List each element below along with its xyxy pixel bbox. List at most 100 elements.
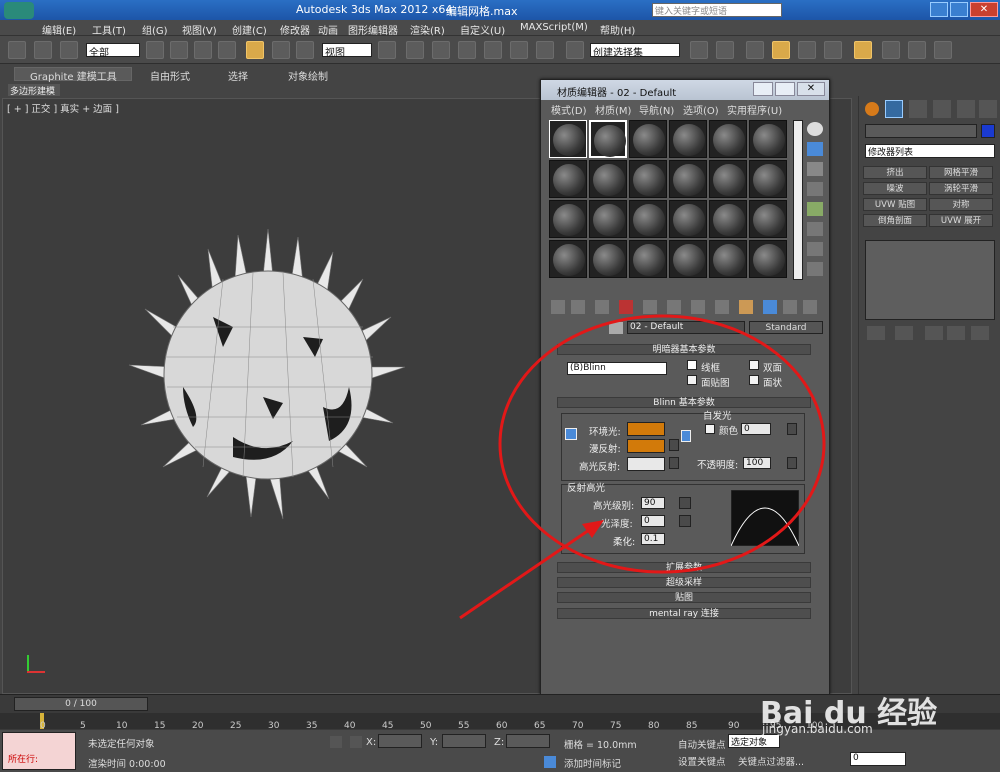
select-object-icon[interactable] <box>146 41 164 59</box>
sample-slot[interactable] <box>549 200 587 238</box>
material-editor-titlebar[interactable]: 材质编辑器 - 02 - Default ✕ <box>541 80 829 100</box>
menu-modifiers[interactable]: 修改器 <box>280 22 310 37</box>
menu-maxscript[interactable]: MAXScript(M) <box>520 22 588 33</box>
z-coord-field[interactable] <box>506 734 550 748</box>
opacity-spinner[interactable]: 100 <box>743 457 771 469</box>
utilities-tab-icon[interactable] <box>979 100 997 118</box>
sample-slot[interactable] <box>629 200 667 238</box>
opacity-map-button[interactable] <box>787 457 797 469</box>
me-menu-navigation[interactable]: 导航(N) <box>639 102 674 117</box>
sample-slot[interactable] <box>749 120 787 158</box>
diffuse-color-swatch[interactable] <box>627 439 665 453</box>
mirror-icon[interactable] <box>690 41 708 59</box>
menu-animation[interactable]: 动画 <box>318 22 338 37</box>
background-icon[interactable] <box>807 162 823 176</box>
show-end-result-mat-icon[interactable] <box>763 300 777 314</box>
supersampling-rollout[interactable]: 超级采样 <box>557 577 811 588</box>
modifier-uvwmap-button[interactable]: UVW 贴图 <box>863 198 927 211</box>
me-menu-options[interactable]: 选项(O) <box>683 102 719 117</box>
lock-ambient-diffuse-icon[interactable] <box>565 428 577 440</box>
close-button[interactable]: ✕ <box>970 2 998 17</box>
material-id-icon[interactable] <box>715 300 729 314</box>
menu-customize[interactable]: 自定义(U) <box>460 22 505 37</box>
angle-snap-icon[interactable] <box>484 41 502 59</box>
reference-coord-dropdown[interactable]: 视图 <box>322 43 372 59</box>
sample-slot[interactable] <box>749 200 787 238</box>
sample-slot[interactable] <box>669 240 707 278</box>
show-end-result-icon[interactable] <box>895 326 913 340</box>
ribbon-sub-label[interactable]: 多边形建模 <box>8 84 60 97</box>
sample-slot[interactable] <box>549 120 587 158</box>
tab-freeform[interactable]: 自由形式 <box>150 68 190 83</box>
modifier-turbosmooth-button[interactable]: 涡轮平滑 <box>929 182 993 195</box>
pivot-icon[interactable] <box>378 41 396 59</box>
me-close-button[interactable]: ✕ <box>797 82 825 96</box>
current-frame-field[interactable]: 0 <box>850 752 906 766</box>
wire-checkbox[interactable] <box>687 360 697 370</box>
auto-key-button[interactable]: 自动关键点 <box>678 737 726 751</box>
modifier-noise-button[interactable]: 噪波 <box>863 182 927 195</box>
video-color-icon[interactable] <box>807 202 823 216</box>
object-name-field[interactable] <box>865 124 977 138</box>
sample-slot[interactable] <box>749 160 787 198</box>
selection-filter-dropdown[interactable]: 全部 <box>86 43 140 59</box>
spiky-sphere[interactable] <box>123 227 413 527</box>
options-icon[interactable] <box>807 242 823 256</box>
sample-slot-active[interactable] <box>589 120 627 158</box>
modifier-extrude-button[interactable]: 挤出 <box>863 166 927 179</box>
sample-slot[interactable] <box>589 160 627 198</box>
make-preview-icon[interactable] <box>807 222 823 236</box>
sample-slot[interactable] <box>709 160 747 198</box>
make-copy-icon[interactable] <box>643 300 657 314</box>
link-icon[interactable] <box>8 41 26 59</box>
sample-slot[interactable] <box>709 200 747 238</box>
rotate-icon[interactable] <box>272 41 290 59</box>
slot-scrollbar[interactable] <box>793 120 803 280</box>
minimize-button[interactable] <box>930 2 948 17</box>
align-icon[interactable] <box>716 41 734 59</box>
menu-tools[interactable]: 工具(T) <box>92 22 126 37</box>
self-illum-spinner[interactable]: 0 <box>741 423 771 435</box>
specular-color-swatch[interactable] <box>627 457 665 471</box>
viewport-label[interactable]: [ + ] 正交 ] 真实 + 边面 ] <box>7 101 119 115</box>
sample-slot[interactable] <box>589 240 627 278</box>
two-sided-checkbox[interactable] <box>749 360 759 370</box>
material-type-button[interactable]: Standard <box>749 321 823 334</box>
modifier-bevel-profile-button[interactable]: 倒角剖面 <box>863 214 927 227</box>
glossiness-spinner[interactable]: 0 <box>641 515 665 527</box>
snap-icon[interactable] <box>458 41 476 59</box>
lock-selection-icon[interactable] <box>330 736 342 748</box>
display-tab-icon[interactable] <box>957 100 975 118</box>
select-by-name-icon[interactable] <box>170 41 188 59</box>
move-icon[interactable] <box>246 41 264 59</box>
app-logo-icon[interactable] <box>4 2 34 19</box>
add-time-tag-label[interactable]: 添加时间标记 <box>564 756 621 770</box>
faceted-checkbox[interactable] <box>749 375 759 385</box>
spec-level-map-button[interactable] <box>679 497 691 509</box>
remove-modifier-icon[interactable] <box>947 326 965 340</box>
spinner-snap-icon[interactable] <box>536 41 554 59</box>
uv-tiling-icon[interactable] <box>807 182 823 196</box>
shader-rollout-header[interactable]: 明暗器基本参数 <box>557 344 811 355</box>
search-input[interactable]: 键入关键字或短语 <box>652 3 782 17</box>
sample-slot[interactable] <box>709 240 747 278</box>
percent-snap-icon[interactable] <box>510 41 528 59</box>
maximize-button[interactable] <box>950 2 968 17</box>
render-setup-icon[interactable] <box>882 41 900 59</box>
absolute-mode-icon[interactable] <box>350 736 362 748</box>
keyboard-shortcut-icon[interactable] <box>432 41 450 59</box>
me-menu-utilities[interactable]: 实用程序(U) <box>727 102 782 117</box>
reset-map-icon[interactable] <box>619 300 633 314</box>
schematic-view-icon[interactable] <box>824 41 842 59</box>
modifier-meshsmooth-button[interactable]: 网格平滑 <box>929 166 993 179</box>
material-name-field[interactable]: 02 - Default <box>627 321 745 334</box>
curve-editor-icon[interactable] <box>798 41 816 59</box>
go-to-parent-icon[interactable] <box>783 300 797 314</box>
backlight-icon[interactable] <box>807 142 823 156</box>
hierarchy-tab-icon[interactable] <box>909 100 927 118</box>
get-material-icon[interactable] <box>551 300 565 314</box>
me-maximize-button[interactable] <box>775 82 795 96</box>
tab-object-paint[interactable]: 对象绘制 <box>288 68 328 83</box>
sample-type-icon[interactable] <box>807 122 823 136</box>
glossiness-map-button[interactable] <box>679 515 691 527</box>
